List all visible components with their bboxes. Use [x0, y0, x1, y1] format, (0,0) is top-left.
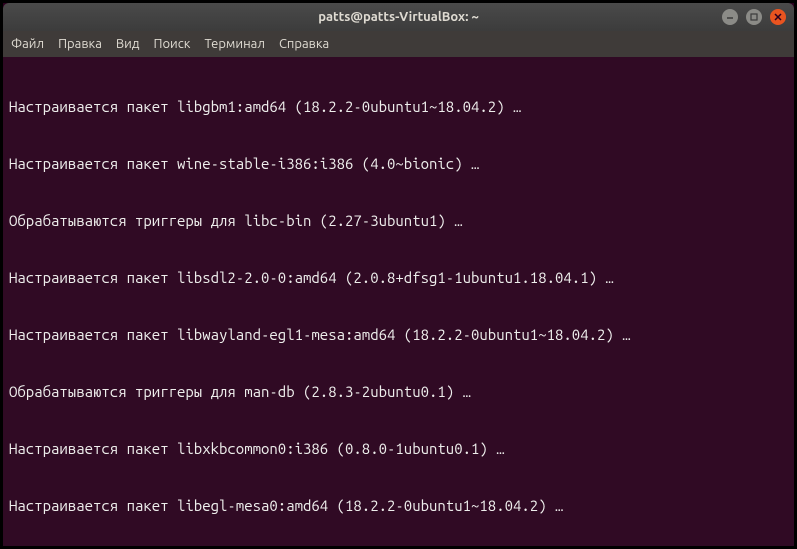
menu-terminal[interactable]: Терминал	[204, 37, 264, 51]
output-line: Настраивается пакет wine-stable-i386:i38…	[9, 154, 788, 173]
output-line: Обрабатываются триггеры для libc-bin (2.…	[9, 211, 788, 230]
terminal-body[interactable]: Настраивается пакет libgbm1:amd64 (18.2.…	[3, 57, 794, 546]
close-button[interactable]	[770, 9, 786, 25]
output-line: Настраивается пакет libegl-mesa0:amd64 (…	[9, 496, 788, 515]
menu-search[interactable]: Поиск	[153, 37, 190, 51]
output-line: Настраивается пакет libwayland-egl1-mesa…	[9, 325, 788, 344]
titlebar: patts@patts-VirtualBox: ~	[3, 3, 794, 31]
menu-edit[interactable]: Правка	[58, 37, 102, 51]
menu-view[interactable]: Вид	[116, 37, 140, 51]
window-controls	[722, 9, 786, 25]
terminal-window: patts@patts-VirtualBox: ~ Файл Правка Ви…	[3, 3, 794, 546]
output-line: Настраивается пакет libxkbcommon0:i386 (…	[9, 439, 788, 458]
menu-help[interactable]: Справка	[279, 37, 329, 51]
menu-file[interactable]: Файл	[11, 37, 44, 51]
output-line: Настраивается пакет libsdl2-2.0-0:amd64 …	[9, 268, 788, 287]
maximize-button[interactable]	[746, 9, 762, 25]
minimize-button[interactable]	[722, 9, 738, 25]
output-line: Настраивается пакет libgbm1:amd64 (18.2.…	[9, 97, 788, 116]
menubar: Файл Правка Вид Поиск Терминал Справка	[3, 31, 794, 57]
output-line: Обрабатываются триггеры для man-db (2.8.…	[9, 382, 788, 401]
window-title: patts@patts-VirtualBox: ~	[318, 10, 479, 24]
